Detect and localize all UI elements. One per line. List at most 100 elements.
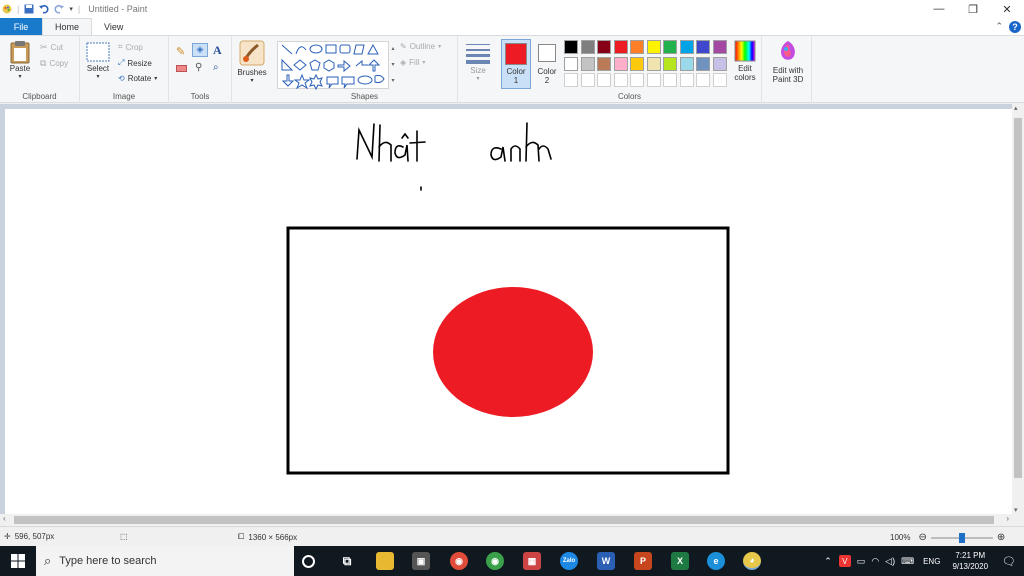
palette-swatch[interactable] [646,40,661,54]
palette-empty-swatch[interactable] [663,73,677,87]
clock[interactable]: 7:21 PM 9/13/2020 [946,550,994,572]
palette-swatch[interactable] [712,56,727,71]
zoom-in-icon[interactable]: ⊕ [997,532,1005,543]
palette-swatch[interactable] [696,40,710,54]
paste-button[interactable]: Paste ▾ [6,40,34,82]
cortana-icon[interactable] [302,555,315,568]
palette-swatch[interactable] [663,56,677,71]
edge-icon[interactable]: e [707,552,725,570]
palette-swatch[interactable] [564,56,578,71]
palette-empty-swatch[interactable] [696,73,710,87]
vertical-scroll-thumb[interactable] [1014,118,1022,478]
show-hidden-icons[interactable]: ⌃ [820,556,836,567]
palette-swatch[interactable] [613,56,628,71]
palette-swatch[interactable] [663,40,677,54]
collapse-ribbon-icon[interactable]: ⌃ [995,21,1003,32]
notifications-icon[interactable]: 🗨 [994,555,1024,568]
size-button[interactable]: Size ▾ [462,42,494,84]
palette-empty-swatch[interactable] [630,73,644,87]
save-icon[interactable] [24,4,34,14]
redo-icon[interactable] [54,4,65,14]
app-icon-red[interactable]: ▦ [523,552,541,570]
word-icon[interactable]: W [597,552,615,570]
outline-button[interactable]: ✎ Outline ▾ [400,42,441,51]
select-button[interactable]: Select ▾ [84,42,112,82]
zoom-slider[interactable] [930,532,993,543]
tab-file[interactable]: File [0,18,42,35]
horizontal-scrollbar[interactable]: ‹ › [0,514,1012,526]
palette-swatch[interactable] [580,40,595,54]
rotate-button[interactable]: ⟲ Rotate ▾ [118,74,157,83]
palette-swatch[interactable] [597,40,611,54]
eraser-icon[interactable] [176,65,187,72]
palette-swatch[interactable] [564,40,578,54]
pencil-icon[interactable]: ✎ [176,45,185,58]
start-button[interactable] [0,546,36,576]
palette-swatch[interactable] [613,40,628,54]
palette-swatch[interactable] [679,56,694,71]
undo-icon[interactable] [39,4,49,14]
edit-with-paint3d-button[interactable]: Edit with Paint 3D [766,40,810,84]
minimize-button[interactable]: — [922,0,956,18]
help-icon[interactable]: ? [1009,20,1021,33]
palette-swatch[interactable] [580,56,595,71]
palette-swatch[interactable] [712,40,727,54]
shapes-gallery[interactable] [277,41,389,91]
palette-swatch[interactable] [679,40,694,54]
fill-button[interactable]: ◈ Fill ▾ [400,58,425,67]
excel-icon[interactable]: X [671,552,689,570]
network-icon[interactable]: ◠ [868,556,882,567]
powerpoint-icon[interactable]: P [634,552,652,570]
palette-empty-swatch[interactable] [712,73,727,87]
magnifier-icon[interactable]: ⌕ [213,62,219,73]
copy-button[interactable]: ⧉ Copy [40,58,68,69]
language-indicator[interactable]: ENG [917,557,946,566]
crop-button[interactable]: ⌗ Crop [118,42,143,52]
vertical-scrollbar[interactable]: ▴ ▾ [1012,104,1024,514]
zoom-out-icon[interactable]: ⊖ [918,532,926,543]
app-icon-green[interactable]: ◉ [486,552,504,570]
resize-button[interactable]: ⤢ Resize [118,58,152,68]
drawing-canvas[interactable] [5,109,1012,514]
fill-bucket-icon[interactable]: ◈ [192,43,208,57]
task-view-icon[interactable]: ⧉ [338,552,356,570]
chrome-icon[interactable]: ◉ [450,552,468,570]
palette-empty-swatch[interactable] [613,73,628,87]
palette-swatch[interactable] [630,40,644,54]
cut-button[interactable]: ✂ Cut [40,42,63,53]
brushes-button[interactable]: Brushes ▾ [235,40,269,86]
zalo-icon[interactable]: Zalo [560,552,578,570]
palette-empty-swatch[interactable] [564,73,578,87]
palette-empty-swatch[interactable] [679,73,694,87]
vivaldi-tray-icon[interactable]: V [838,555,851,567]
palette-empty-swatch[interactable] [580,73,595,87]
shapes-scroll[interactable]: ▴ ▾ ▾ [389,41,397,89]
keyboard-icon[interactable]: ⌨ [898,556,917,567]
taskbar-search[interactable]: ⌕ Type here to search [36,546,294,576]
color-picker-icon[interactable]: ⚲ [195,62,202,73]
volume-icon[interactable]: ◁) [882,556,898,567]
horizontal-scroll-thumb[interactable] [14,516,994,524]
palette-empty-swatch[interactable] [646,73,661,87]
close-button[interactable]: ✕ [990,0,1024,18]
text-tool-icon[interactable]: A [213,43,222,58]
palette-empty-swatch[interactable] [597,73,611,87]
color2-button[interactable]: Color 2 [534,42,560,85]
palette-swatch[interactable] [646,56,661,71]
edit-colors-button[interactable]: Edit colors [730,40,760,82]
tab-home[interactable]: Home [42,18,93,35]
palette-swatch[interactable] [630,56,644,71]
restore-button[interactable]: ❐ [956,0,990,18]
file-explorer-icon[interactable] [376,552,394,570]
color2-label: Color 2 [537,67,557,85]
paint-taskbar-icon[interactable]: ◕ [743,552,761,570]
palette-swatch[interactable] [597,56,611,71]
customize-qa-icon[interactable]: ▾ [69,5,73,13]
brushes-label: Brushes [237,68,267,77]
tab-view[interactable]: View [92,18,135,35]
color1-button[interactable]: Color 1 [501,39,531,89]
battery-icon[interactable]: ▭ [854,556,869,567]
palette-swatch[interactable] [696,56,710,71]
zoom-slider-thumb[interactable] [958,532,965,543]
store-icon[interactable]: ▣ [412,552,430,570]
